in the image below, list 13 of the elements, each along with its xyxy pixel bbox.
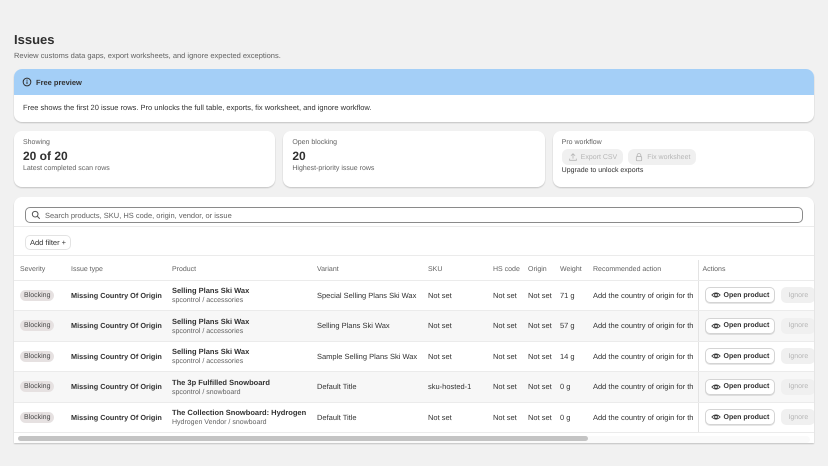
lock-icon [634, 152, 644, 162]
eye-icon [710, 290, 720, 300]
info-icon [22, 77, 32, 87]
stat-value: 20 [292, 149, 307, 163]
eye-icon [710, 351, 720, 362]
scrollbar[interactable] [18, 436, 810, 443]
eye-icon [710, 382, 720, 392]
eye-icon [710, 412, 720, 422]
stat-value: 20 of 20 [23, 149, 69, 163]
upload-icon [568, 152, 578, 162]
eye-icon [710, 320, 720, 331]
page-title: Issues [14, 32, 56, 48]
search-icon [31, 210, 41, 220]
